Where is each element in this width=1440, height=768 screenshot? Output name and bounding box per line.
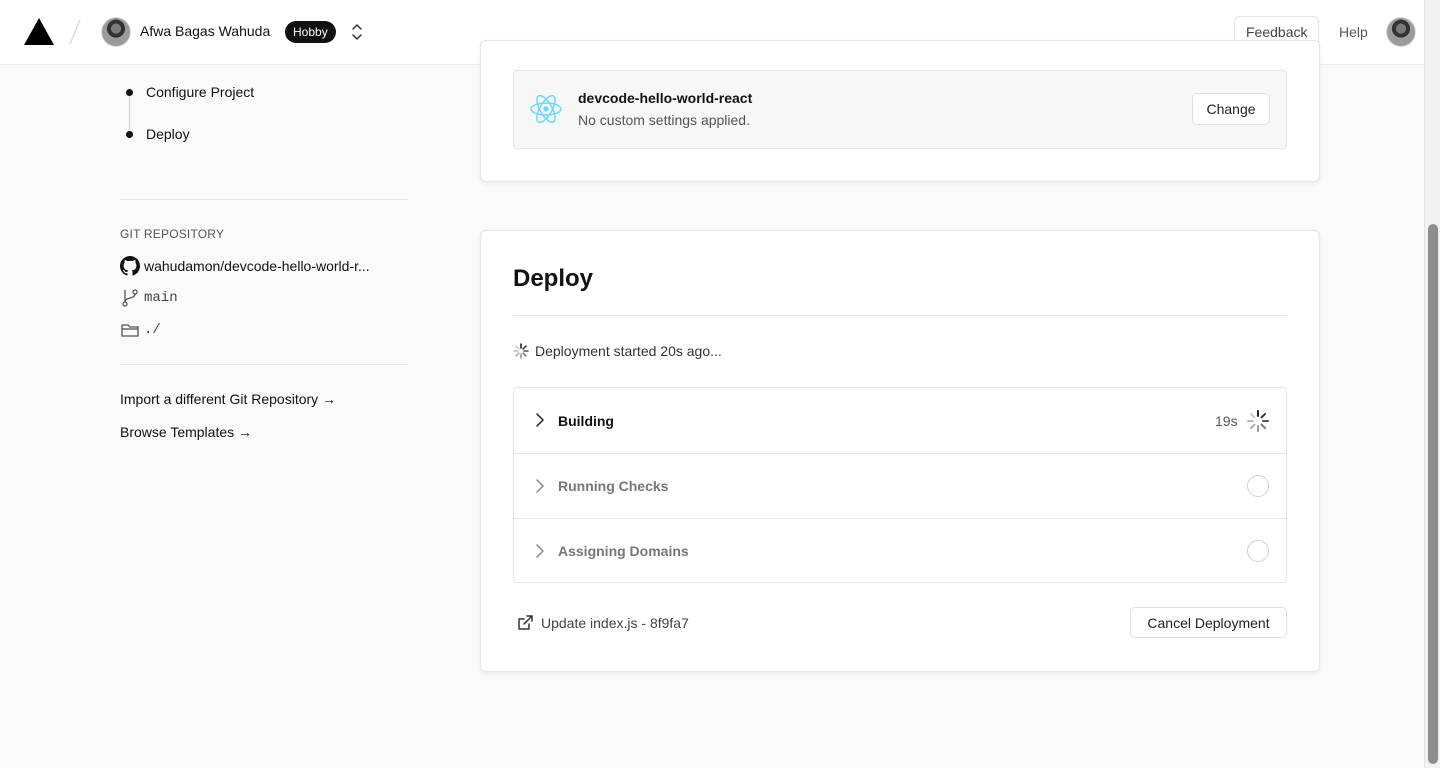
step-label: Deploy: [146, 126, 190, 142]
repo-name: wahudamon/devcode-hello-world-r...: [144, 258, 370, 274]
help-link[interactable]: Help: [1339, 24, 1368, 40]
loading-spinner-icon: [1247, 410, 1269, 432]
status-text: Deployment started 20s ago...: [535, 343, 722, 359]
account-name[interactable]: Afwa Bagas Wahuda: [140, 23, 270, 39]
phase-assigning-domains[interactable]: Assigning Domains: [514, 518, 1286, 583]
vercel-logo-icon[interactable]: [24, 18, 54, 45]
step-label: Configure Project: [146, 84, 255, 100]
scrollbar-thumb[interactable]: [1428, 224, 1438, 764]
sidebar-divider: [120, 364, 408, 365]
step-dot: [126, 88, 133, 96]
loading-spinner-icon: [513, 343, 529, 359]
branch-name: main: [144, 290, 178, 306]
steps-connector: [129, 96, 130, 130]
commit-text: Update index.js - 8f9fa7: [541, 615, 689, 631]
phase-label: Building: [558, 412, 614, 429]
phase-duration: 19s: [1215, 412, 1238, 429]
sidebar-divider: [120, 199, 408, 200]
chevron-right-icon: [536, 413, 544, 427]
change-button[interactable]: Change: [1192, 93, 1270, 125]
breadcrumb-separator-icon: [69, 19, 81, 45]
phase-running-checks[interactable]: Running Checks: [514, 453, 1286, 518]
import-git-repository-link[interactable]: Import a different Git Repository →: [120, 391, 336, 407]
phase-label: Running Checks: [558, 478, 669, 494]
profile-avatar[interactable]: [1386, 17, 1416, 47]
step-dot: [126, 130, 133, 138]
user-avatar[interactable]: [101, 17, 131, 47]
root-directory-row: ./: [120, 320, 161, 340]
settings-summary: No custom settings applied.: [578, 112, 750, 128]
browse-templates-link[interactable]: Browse Templates →: [120, 424, 252, 440]
branch-row: main: [120, 288, 178, 308]
framework-preset-box: [513, 70, 1287, 149]
deploy-title: Deploy: [513, 265, 594, 292]
phase-label: Assigning Domains: [558, 543, 689, 559]
project-name: devcode-hello-world-react: [578, 90, 753, 106]
repo-link[interactable]: wahudamon/devcode-hello-world-r...: [120, 256, 370, 276]
git-branch-icon: [120, 288, 140, 308]
git-repository-heading: GIT REPOSITORY: [120, 227, 225, 241]
deploy-divider: [513, 315, 1287, 316]
step-deploy: Deploy: [120, 126, 190, 142]
deployment-status: Deployment started 20s ago...: [513, 343, 722, 359]
folder-icon: [120, 320, 140, 340]
step-configure-project: Configure Project: [120, 84, 254, 100]
deployment-steps: Building 19s Running Checks Assigning Do…: [513, 387, 1287, 583]
plan-badge: Hobby: [285, 21, 336, 43]
external-link-icon: [518, 615, 533, 630]
react-icon: [530, 94, 562, 124]
pending-circle-icon: [1247, 540, 1269, 562]
page-scrollbar[interactable]: [1424, 0, 1440, 768]
chevron-right-icon: [536, 479, 544, 493]
commit-link[interactable]: Update index.js - 8f9fa7: [516, 614, 689, 632]
pending-circle-icon: [1247, 475, 1269, 497]
phase-building[interactable]: Building 19s: [514, 388, 1286, 453]
account-switcher-icon[interactable]: [350, 22, 364, 42]
chevron-right-icon: [536, 544, 544, 558]
github-icon: [120, 256, 140, 276]
root-directory: ./: [144, 322, 161, 338]
cancel-deployment-button[interactable]: Cancel Deployment: [1130, 607, 1287, 638]
